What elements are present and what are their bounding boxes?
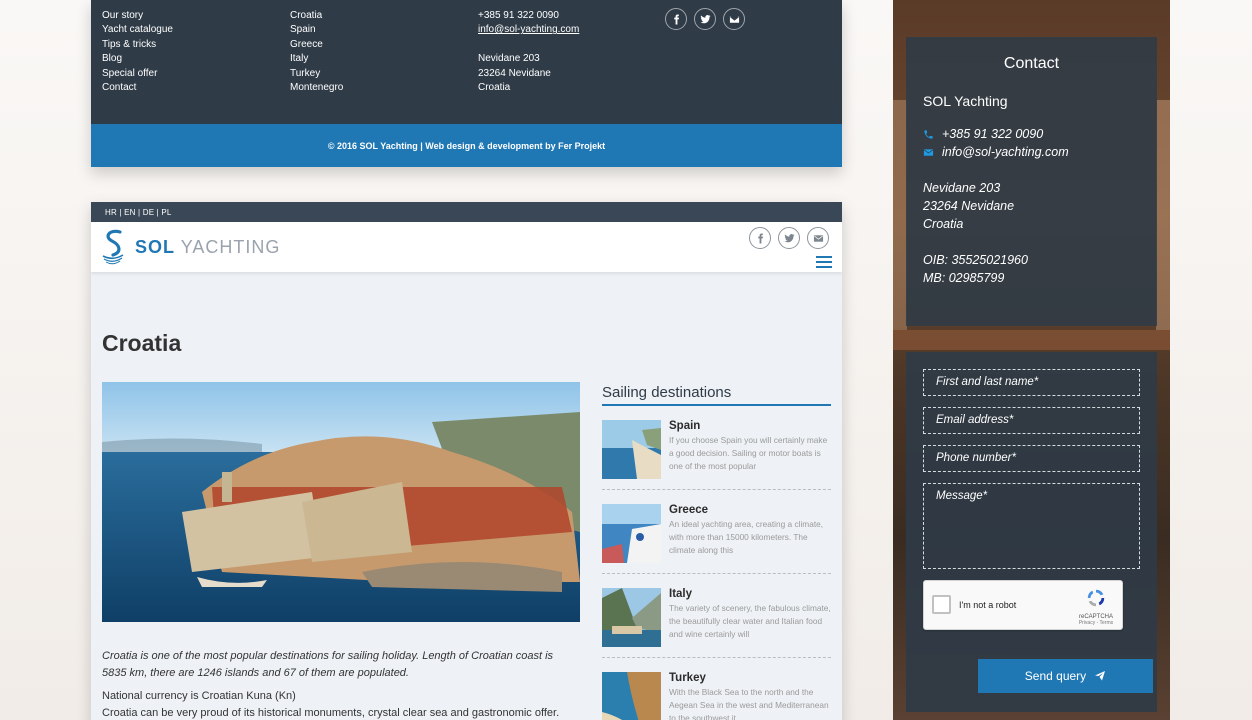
footer-link[interactable]: Tips & tricks xyxy=(102,38,173,52)
twitter-icon[interactable] xyxy=(694,8,716,30)
destination-thumbnail xyxy=(602,588,661,647)
footer-destination-link[interactable]: Croatia xyxy=(290,9,343,23)
footer-contact: +385 91 322 0090 info@sol-yachting.com N… xyxy=(478,9,579,95)
oib-number: OIB: 35525021960 xyxy=(923,253,1028,267)
logo-wordmark: SOL YACHTING xyxy=(135,236,281,257)
footer-link[interactable]: Blog xyxy=(102,52,173,66)
destination-thumbnail xyxy=(602,504,661,563)
footer-destination-link[interactable]: Spain xyxy=(290,23,343,37)
envelope-icon xyxy=(923,148,934,156)
hero-image xyxy=(102,382,580,622)
recaptcha-label: I'm not a robot xyxy=(959,600,1017,610)
sailing-destinations: Sailing destinations Spain If you choose… xyxy=(602,384,831,720)
intro-monuments: Croatia can be very proud of its histori… xyxy=(102,706,560,719)
recaptcha-badge: reCAPTCHA Privacy - Terms xyxy=(1076,587,1116,626)
footer-links: Our story Yacht catalogue Tips & tricks … xyxy=(102,9,173,95)
footer-copyright: © 2016 SOL Yachting | Web design & devel… xyxy=(91,124,842,167)
footer-email-link[interactable]: info@sol-yachting.com xyxy=(478,23,579,37)
footer-destinations: Croatia Spain Greece Italy Turkey Monten… xyxy=(290,9,343,95)
language-switcher[interactable]: HR | EN | DE | PL xyxy=(105,208,172,217)
footer-destination-link[interactable]: Turkey xyxy=(290,67,343,81)
destination-excerpt: The variety of scenery, the fabulous cli… xyxy=(669,603,831,640)
header-social xyxy=(749,227,829,249)
site-logo[interactable]: SOL YACHTING xyxy=(101,228,280,266)
send-query-button[interactable]: Send query xyxy=(978,659,1153,693)
footer-link[interactable]: Special offer xyxy=(102,67,173,81)
contact-panel: Contact SOL Yachting +385 91 322 0090 in… xyxy=(893,0,1170,720)
destination-name: Spain xyxy=(669,420,701,432)
company-name: SOL Yachting xyxy=(923,93,1008,109)
facebook-icon[interactable] xyxy=(749,227,771,249)
destination-thumbnail xyxy=(602,672,661,720)
destination-page-preview: HR | EN | DE | PL SOL YACHTING Croatia C… xyxy=(91,202,842,720)
footer-destination-link[interactable]: Greece xyxy=(290,38,343,52)
contact-email: info@sol-yachting.com xyxy=(942,145,1069,159)
twitter-icon[interactable] xyxy=(778,227,800,249)
footer-address-line: Nevidane 203 xyxy=(478,53,540,65)
sidebar-title: Sailing destinations xyxy=(602,384,831,406)
address-line: Croatia xyxy=(923,217,964,231)
destination-name: Turkey xyxy=(669,672,706,684)
site-header: SOL YACHTING xyxy=(91,222,842,272)
page-title: Croatia xyxy=(102,330,182,356)
intro-italic: Croatia is one of the most popular desti… xyxy=(102,650,554,679)
recaptcha-widget: I'm not a robot reCAPTCHA Privacy - Term… xyxy=(923,580,1123,630)
footer-link[interactable]: Our story xyxy=(102,9,173,23)
contact-title: Contact xyxy=(1003,55,1060,72)
contact-info: Contact SOL Yachting +385 91 322 0090 in… xyxy=(906,37,1157,326)
contact-address: Nevidane 203 23264 Nevidane Croatia xyxy=(923,179,1140,233)
destination-name: Greece xyxy=(669,504,709,516)
destination-thumbnail xyxy=(602,420,661,479)
destination-item-spain[interactable]: Spain If you choose Spain you will certa… xyxy=(602,406,831,490)
site-footer-preview: Our story Yacht catalogue Tips & tricks … xyxy=(91,0,842,167)
address-line: Nevidane 203 xyxy=(923,181,1001,195)
send-query-label: Send query xyxy=(1024,669,1087,683)
menu-icon[interactable] xyxy=(816,256,832,271)
footer-link[interactable]: Yacht catalogue xyxy=(102,23,173,37)
footer-main: Our story Yacht catalogue Tips & tricks … xyxy=(91,0,842,124)
copyright-text: © 2016 SOL Yachting | Web design & devel… xyxy=(327,140,606,151)
intro-text: Croatia is one of the most popular desti… xyxy=(102,648,580,720)
language-bar: HR | EN | DE | PL xyxy=(91,202,842,222)
email-icon[interactable] xyxy=(807,227,829,249)
contact-phone-row[interactable]: +385 91 322 0090 xyxy=(923,125,1140,143)
destination-item-greece[interactable]: Greece An ideal yachting area, creating … xyxy=(602,490,831,574)
footer-destination-link[interactable]: Montenegro xyxy=(290,81,343,95)
footer-phone: +385 91 322 0090 xyxy=(478,10,559,21)
destination-excerpt: An ideal yachting area, creating a clima… xyxy=(669,519,824,556)
phone-icon xyxy=(924,129,933,139)
destination-excerpt: With the Black Sea to the north and the … xyxy=(669,687,829,720)
facebook-icon[interactable] xyxy=(665,8,687,30)
contact-form: First and last name* Email address* Phon… xyxy=(906,352,1157,712)
logo-mark-icon xyxy=(102,229,124,265)
destination-excerpt: If you choose Spain you will certainly m… xyxy=(669,435,828,472)
address-line: 23264 Nevidane xyxy=(923,199,1015,213)
email-icon[interactable] xyxy=(723,8,745,30)
footer-address-line: 23264 Nevidane xyxy=(478,67,551,79)
mb-number: MB: 02985799 xyxy=(923,271,1005,285)
contact-registration: OIB: 35525021960 MB: 02985799 xyxy=(923,251,1140,287)
destination-item-turkey[interactable]: Turkey With the Black Sea to the north a… xyxy=(602,658,831,720)
footer-destination-link[interactable]: Italy xyxy=(290,52,343,66)
footer-address-line: Croatia xyxy=(478,82,511,94)
recaptcha-checkbox[interactable] xyxy=(932,595,951,614)
recaptcha-icon xyxy=(1087,589,1105,607)
footer-link[interactable]: Contact xyxy=(102,81,173,95)
contact-phone: +385 91 322 0090 xyxy=(942,127,1044,141)
footer-social xyxy=(665,8,745,30)
contact-email-row[interactable]: info@sol-yachting.com xyxy=(923,143,1140,161)
destination-name: Italy xyxy=(669,588,693,600)
recaptcha-links[interactable]: Privacy - Terms xyxy=(1076,620,1116,626)
phone-field[interactable]: Phone number* xyxy=(923,445,1140,472)
destination-item-italy[interactable]: Italy The variety of scenery, the fabulo… xyxy=(602,574,831,658)
name-field[interactable]: First and last name* xyxy=(923,369,1140,396)
email-field[interactable]: Email address* xyxy=(923,407,1140,434)
intro-currency: National currency is Croatian Kuna (Kn) xyxy=(102,690,296,702)
message-field[interactable]: Message* xyxy=(923,483,1140,569)
paper-plane-icon xyxy=(1095,671,1106,681)
